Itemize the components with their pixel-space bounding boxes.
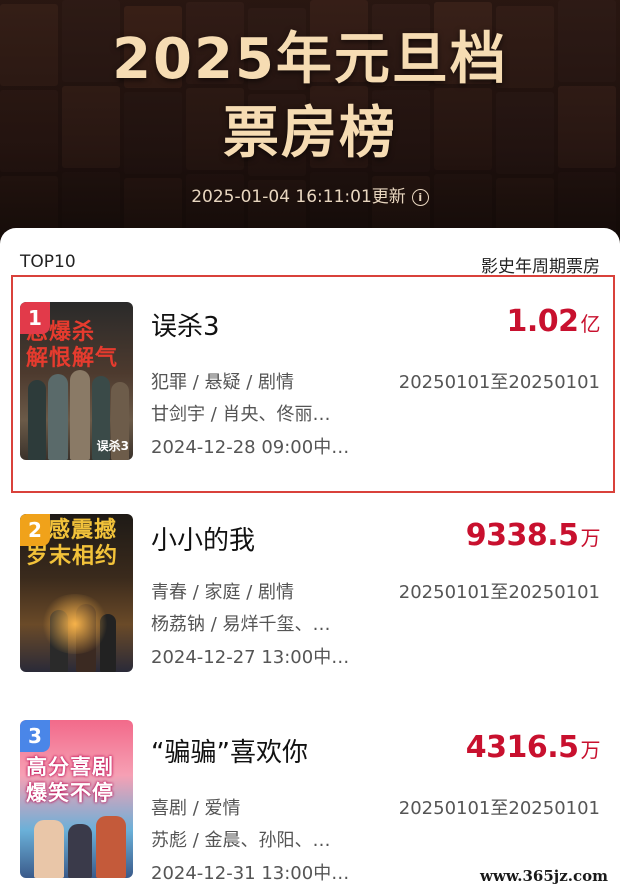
movie-row-3[interactable]: 3 高分喜剧 爆笑不停 “骗骗”喜欢你 4316.5 万 喜剧 / 爱情 2025… (0, 714, 620, 884)
poster-tagline: 岁末相约 (26, 544, 119, 569)
poster-tagline: 解恨解气 (26, 346, 119, 371)
box-office-value: 9338.5 万 (465, 518, 601, 553)
movie-poster[interactable]: 1 恶爆杀 解恨解气 误杀3 (20, 302, 133, 460)
movie-cast: 杨荔钠 / 易烊千玺、… (151, 614, 331, 635)
box-office-period: 20250101至20250101 (398, 582, 600, 603)
movie-genres: 犯罪 / 悬疑 / 剧情 (151, 372, 295, 393)
top10-label: TOP10 (20, 252, 76, 272)
movie-cast: 甘剑宇 / 肖央、佟丽… (151, 404, 331, 425)
update-timestamp-row: 2025-01-04 16:11:01更新 i (0, 182, 620, 207)
box-office-period: 20250101至20250101 (398, 372, 600, 393)
movie-title[interactable]: 误杀3 (151, 306, 220, 343)
box-office-value: 4316.5 万 (465, 730, 601, 765)
movie-row-1[interactable]: 1 恶爆杀 解恨解气 误杀3 误杀3 1.02 亿 犯罪 / 悬疑 / 剧情 20… (0, 274, 620, 460)
list-header: TOP10 影史年周期票房 (20, 252, 600, 277)
movie-row-2[interactable]: 2 感震撼 岁末相约 小小的我 9338.5 万 青春 / 家庭 / 剧情 202… (0, 506, 620, 676)
movie-release: 2024-12-31 13:00中… (151, 863, 350, 884)
movie-cast: 苏彪 / 金晨、孙阳、… (151, 830, 331, 851)
poster-tagline: 爆笑不停 (26, 781, 114, 805)
page-title-line2: 票房榜 (223, 101, 397, 166)
movie-release: 2024-12-27 13:00中… (151, 647, 350, 668)
site-watermark: www.365jz.com (476, 866, 612, 886)
rank-badge: 2 (20, 514, 50, 546)
rank-badge: 3 (20, 720, 50, 752)
rank-badge: 1 (20, 302, 50, 334)
box-office-period: 20250101至20250101 (398, 798, 600, 819)
ranking-card: TOP10 影史年周期票房 1 恶爆杀 解恨解气 误杀3 误杀3 1.02 亿 犯… (0, 228, 620, 894)
update-timestamp: 2025-01-04 16:11:01更新 (191, 187, 406, 207)
poster-tagline: 高分喜剧 (26, 755, 114, 779)
info-icon[interactable]: i (411, 189, 429, 206)
movie-poster[interactable]: 2 感震撼 岁末相约 (20, 514, 133, 672)
box-office-value: 1.02 亿 (506, 304, 600, 339)
poster-corner-title: 误杀3 (96, 439, 129, 453)
movie-release: 2024-12-28 09:00中… (151, 437, 350, 458)
movie-title[interactable]: “骗骗”喜欢你 (151, 732, 308, 769)
movie-genres: 青春 / 家庭 / 剧情 (151, 582, 295, 603)
movie-genres: 喜剧 / 爱情 (151, 798, 241, 819)
movie-title[interactable]: 小小的我 (151, 520, 255, 557)
page-title-line1: 2025年元旦档 (112, 27, 508, 92)
movie-poster[interactable]: 3 高分喜剧 爆笑不停 (20, 720, 133, 878)
header-banner: 2025年元旦档 票房榜 2025-01-04 16:11:01更新 i (0, 0, 620, 245)
